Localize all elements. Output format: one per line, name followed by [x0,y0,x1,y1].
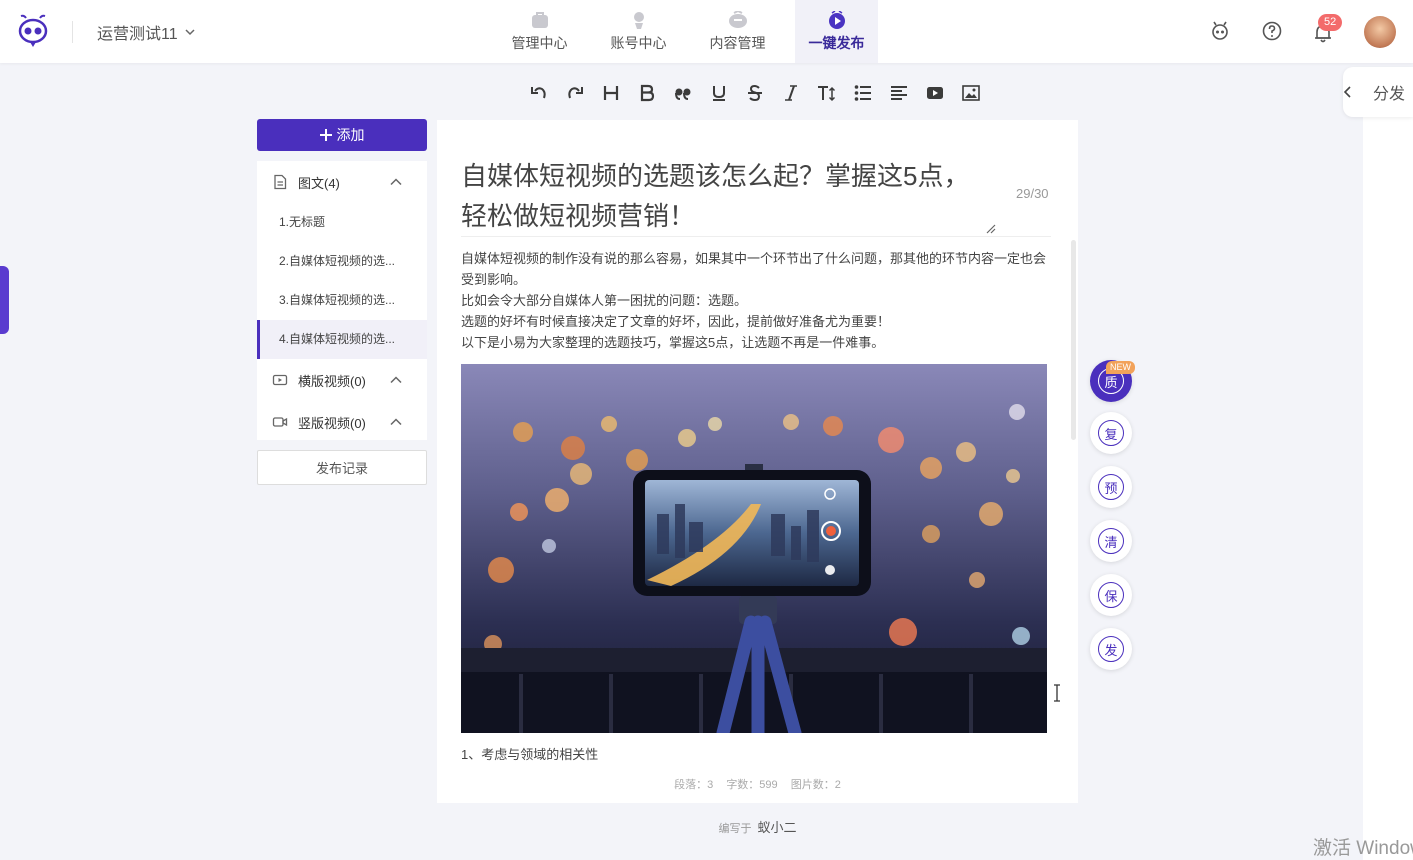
chevron-left-icon [1343,85,1363,99]
nav-content-management[interactable]: 内容管理 [696,0,779,63]
publish-icon [827,10,847,29]
doc-item[interactable]: 1.无标题 [257,203,427,242]
publish-records-button[interactable]: 发布记录 [257,450,427,485]
workspace-selector[interactable]: 运营测试11 [97,20,196,44]
document-icon [272,174,288,190]
publish-label: 发 [1098,636,1124,662]
image-icon[interactable] [960,82,982,104]
nav-management-center[interactable]: 管理中心 [498,0,581,63]
category-portrait-video[interactable]: 竖版视频(0) [257,401,427,443]
heading-icon[interactable] [600,82,622,104]
chevron-up-icon [389,415,403,429]
new-badge: NEW [1106,361,1135,374]
italic-icon[interactable] [780,82,802,104]
top-header: 运营测试11 管理中心 账号中心 内容管理 一键发布 52 [0,0,1413,63]
main-nav: 管理中心 账号中心 内容管理 一键发布 [498,0,878,63]
paragraph: 比如会令大部分自媒体人第一困扰的问题：选题。 [461,293,748,308]
content-icon [728,10,748,29]
redo-icon[interactable] [564,82,586,104]
add-label: 添加 [336,127,365,143]
title-char-count: 29/30 [1016,186,1049,201]
notification-badge: 52 [1318,14,1343,31]
author-prefix: 编写于 [718,823,752,835]
add-button[interactable]: 添加 [257,119,427,151]
paragraph: 1、考虑与领域的相关性 [461,747,599,762]
copy-label: 复 [1098,420,1124,446]
user-icon [629,11,649,29]
title-divider [461,236,1051,237]
robot-icon[interactable] [1209,20,1231,42]
bold-icon[interactable] [636,82,658,104]
bag-icon [530,11,550,29]
paragraph: 以下是小易为大家整理的选题技巧，掌握这5点，让选题不再是一件难事。 [461,335,885,350]
copy-button[interactable]: 复 [1090,412,1132,454]
doc-item[interactable]: 2.自媒体短视频的选... [257,242,427,281]
editor-card: 自媒体短视频的选题该怎么起？掌握这5点，轻松做短视频营销！ 29/30 自媒体短… [437,120,1078,803]
plus-icon [319,129,332,141]
nav-one-click-publish[interactable]: 一键发布 [795,0,878,63]
title-input[interactable]: 自媒体短视频的选题该怎么起？掌握这5点，轻松做短视频营销！ [461,156,991,236]
ant-logo-icon[interactable] [16,14,50,48]
doc-item-active[interactable]: 4.自媒体短视频的选... [257,320,427,359]
workspace-name: 运营测试11 [97,26,178,43]
nav-account-center[interactable]: 账号中心 [597,0,680,63]
quote-icon[interactable] [672,82,694,104]
editor-stats: 段落：3 字数：599 图片数：2 [437,776,1078,792]
header-divider [72,21,73,43]
strikethrough-icon[interactable] [744,82,766,104]
category-label: 横版视频(0) [298,373,366,389]
author-name: 蚁小二 [757,820,797,835]
category-label: 竖版视频(0) [298,415,366,431]
nav-label: 账号中心 [610,34,667,51]
help-icon[interactable] [1261,20,1283,42]
clear-button[interactable]: 清 [1090,520,1132,562]
publish-button[interactable]: 发 [1090,628,1132,670]
save-button[interactable]: 保 [1090,574,1132,616]
chevron-up-icon [389,373,403,387]
clear-label: 清 [1098,528,1124,554]
landscape-video-icon [272,372,288,388]
paragraph: 自媒体短视频的制作没有说的那么容易，如果其中一个环节出了什么问题，那其他的环节内… [461,251,1047,287]
word-count: 字数：599 [726,779,778,791]
chevron-down-icon [184,26,196,38]
editor-scrollbar[interactable] [1071,240,1076,440]
save-label: 保 [1098,582,1124,608]
category-landscape-video[interactable]: 横版视频(0) [257,359,427,401]
left-drawer-handle[interactable] [0,266,9,334]
paragraph-count: 段落：3 [674,779,714,791]
undo-icon[interactable] [528,82,550,104]
distribute-tab[interactable]: 分发 [1343,67,1413,117]
category-article[interactable]: 图文(4) [257,161,427,203]
nav-label: 管理中心 [511,34,568,51]
preview-button[interactable]: 预 [1090,466,1132,508]
article-image[interactable] [461,364,1047,733]
text-cursor-icon [1052,684,1062,702]
image-count: 图片数：2 [790,779,841,791]
align-left-icon[interactable] [888,82,910,104]
editor-toolbar [528,82,982,104]
category-label: 图文(4) [298,175,340,191]
bullet-list-icon[interactable] [852,82,874,104]
author-line: 编写于 蚁小二 [437,817,1078,836]
avatar[interactable] [1364,16,1396,48]
nav-label: 内容管理 [709,34,766,51]
right-panel-strip [1363,117,1413,860]
paragraph: 选题的好坏有时候直接决定了文章的好坏，因此，提前做好准备尤为重要！ [461,314,891,329]
video-icon[interactable] [924,82,946,104]
distribute-label: 分发 [1373,86,1406,103]
category-panel: 图文(4) 1.无标题 2.自媒体短视频的选... 3.自媒体短视频的选... … [257,161,427,440]
editor-body[interactable]: 自媒体短视频的制作没有说的那么容易，如果其中一个环节出了什么问题，那其他的环节内… [461,248,1051,353]
resize-handle-icon[interactable] [986,224,996,234]
chevron-up-icon [389,175,403,189]
underline-icon[interactable] [708,82,730,104]
doc-item[interactable]: 3.自媒体短视频的选... [257,281,427,320]
nav-label: 一键发布 [808,34,865,51]
windows-activation-watermark: 激活 Windows [1313,838,1413,859]
font-size-icon[interactable] [816,82,838,104]
camera-icon [272,414,288,430]
preview-label: 预 [1098,474,1124,500]
